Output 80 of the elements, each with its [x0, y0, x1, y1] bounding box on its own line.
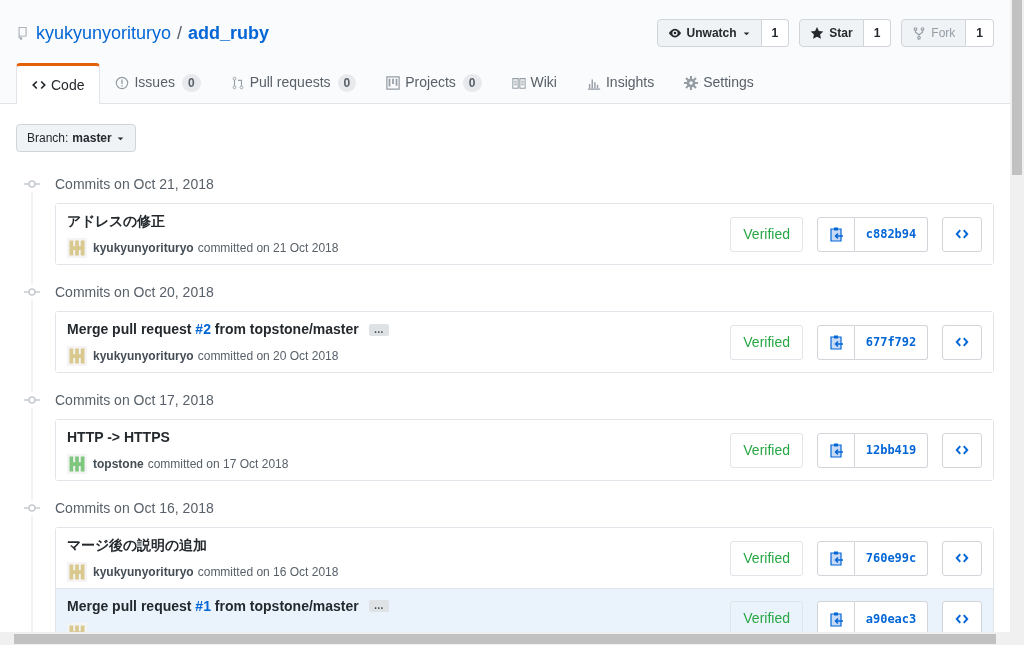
group-heading: Commits on Oct 21, 2018 — [55, 174, 214, 194]
watch-button[interactable]: Unwatch — [656, 19, 762, 47]
commit-date-text: committed on 20 Oct 2018 — [197, 348, 339, 365]
commit-date-text: committed on 17 Oct 2018 — [147, 456, 289, 473]
counter-badge: 0 — [181, 73, 201, 92]
copy-button[interactable] — [817, 216, 855, 252]
commit-sha-link[interactable]: 12bb419 — [855, 432, 928, 468]
copy-button[interactable] — [817, 601, 855, 632]
code-icon — [955, 443, 969, 457]
commit-row[interactable]: Merge pull request #2 from topstone/master … kyukyunyorituryo committed on 20 Oct 2018 Verified 677f792 — [56, 312, 993, 372]
author-link[interactable]: kyukyunyorituryo — [93, 563, 194, 581]
browse-code-button[interactable] — [942, 601, 982, 632]
commit-message[interactable]: Merge pull request #1 from topstone/master — [67, 595, 359, 617]
browse-code-button[interactable] — [942, 324, 982, 360]
author-link[interactable]: topstone — [93, 455, 144, 473]
expand-button[interactable]: … — [368, 323, 389, 336]
repo-tab[interactable]: Wiki — [496, 62, 572, 103]
repo-icon — [16, 25, 30, 41]
owner-link[interactable]: kyukyunyorituryo — [36, 19, 172, 47]
copy-button[interactable] — [817, 540, 855, 576]
commit-row[interactable]: アドレスの修正 kyukyunyorituryo committed on 21 Oct 2018 Verified c882b94 — [56, 204, 993, 264]
browse-code-button[interactable] — [942, 432, 982, 468]
copy-button[interactable] — [817, 324, 855, 360]
code-icon — [955, 611, 969, 626]
fork-icon — [912, 26, 927, 40]
commit-sha-link[interactable]: 760e99c — [855, 540, 928, 576]
code-icon — [955, 227, 969, 241]
star-icon — [810, 26, 825, 40]
book-icon — [511, 75, 526, 90]
eye-icon — [667, 26, 682, 40]
author-link[interactable]: kyukyunyorituryo — [93, 347, 194, 365]
board-icon — [386, 75, 401, 90]
repo-tab[interactable]: Pull requests 0 — [215, 62, 372, 103]
code-icon — [955, 335, 969, 349]
copy-button[interactable] — [817, 432, 855, 468]
repo-tab[interactable]: Projects 0 — [371, 62, 497, 103]
clipboard-icon — [828, 226, 844, 242]
commit-sha-link[interactable]: c882b94 — [855, 216, 928, 252]
repo-tab[interactable]: Insights — [571, 62, 670, 103]
group-heading: Commits on Oct 17, 2018 — [55, 390, 214, 410]
author-link[interactable]: kyukyunyorituryo — [93, 239, 194, 257]
clipboard-icon — [828, 334, 844, 350]
repo-name-link[interactable]: add_ruby — [188, 19, 270, 47]
vertical-scrollbar[interactable] — [1010, 0, 1024, 632]
counter-badge: 0 — [337, 73, 357, 92]
commit-message[interactable]: HTTP -> HTTPS — [67, 427, 170, 448]
group-heading: Commits on Oct 20, 2018 — [55, 282, 214, 302]
commit-message[interactable]: マージ後の説明の追加 — [67, 535, 207, 556]
code-icon — [955, 551, 969, 565]
clipboard-icon — [828, 442, 844, 458]
commit-sha-link[interactable]: a90eac3 — [855, 601, 928, 632]
browse-code-button[interactable] — [942, 216, 982, 252]
clipboard-icon — [828, 550, 844, 566]
branch-dropdown[interactable]: Branch: master — [16, 124, 136, 152]
expand-button[interactable]: … — [368, 600, 389, 612]
settings-icon — [684, 75, 699, 90]
clipboard-icon — [828, 610, 844, 627]
repo-tab[interactable]: Settings — [669, 62, 769, 103]
commit-message[interactable]: アドレスの修正 — [67, 211, 165, 232]
commit-row[interactable]: HTTP -> HTTPS topstone committed on 17 Oct 2018 Verified 12bb419 — [56, 420, 993, 480]
path-separator: / — [177, 21, 183, 45]
group-heading: Commits on Oct 16, 2018 — [55, 498, 214, 518]
info-circle-icon — [115, 75, 130, 90]
commit-sha-link[interactable]: 677f792 — [855, 324, 928, 360]
repo-tab[interactable]: Code — [16, 63, 101, 104]
star-button[interactable]: Star — [799, 19, 864, 47]
issue-link[interactable]: #1 — [195, 597, 211, 614]
repo-tab[interactable]: Issues 0 — [100, 62, 216, 103]
count-badge[interactable]: 1 — [761, 19, 790, 47]
commit-date-text: committed on 16 Oct 2018 — [197, 564, 339, 581]
horizontal-scrollbar[interactable] — [0, 632, 1024, 645]
count-badge[interactable]: 1 — [863, 19, 892, 47]
commit-row[interactable]: Merge pull request #1 from topstone/master … Verified a90eac3 — [56, 588, 993, 632]
pull-request-icon — [230, 75, 245, 90]
issue-link[interactable]: #2 — [195, 321, 211, 337]
commit-message[interactable]: Merge pull request #2 from topstone/master — [67, 319, 359, 340]
code-icon — [32, 78, 46, 92]
counter-badge: 0 — [462, 73, 482, 92]
browse-code-button[interactable] — [942, 540, 982, 576]
commit-date-text: committed on 21 Oct 2018 — [197, 240, 339, 257]
